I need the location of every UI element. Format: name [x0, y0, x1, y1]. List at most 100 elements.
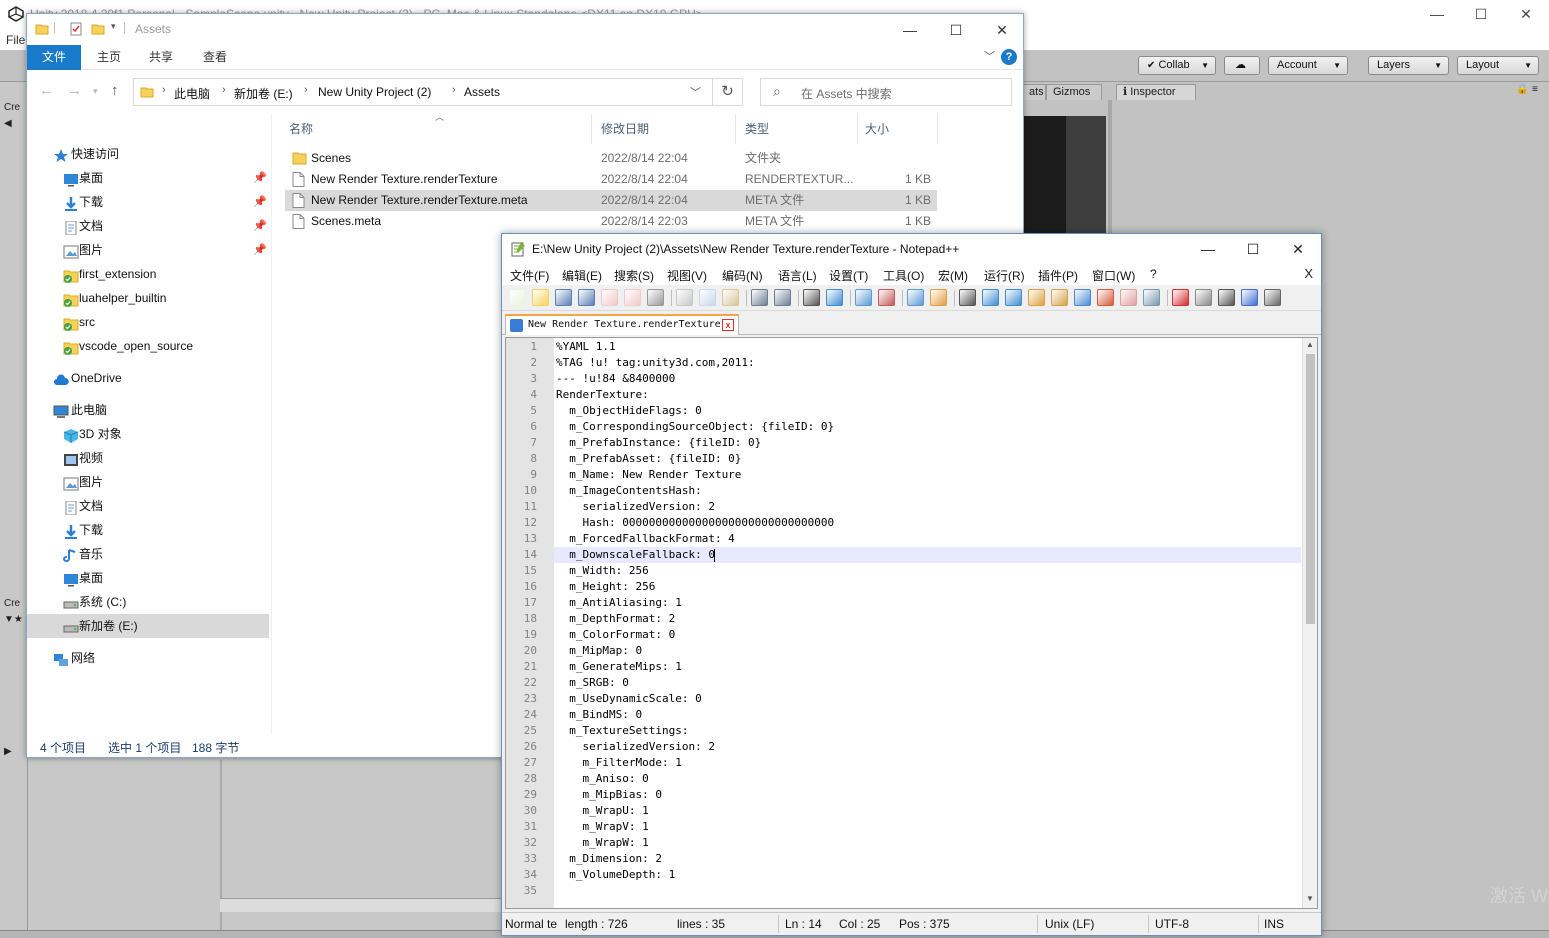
npp-menu-item[interactable]: 插件(P): [1038, 267, 1078, 284]
close-document-button[interactable]: X: [1304, 266, 1313, 281]
replace-icon[interactable]: [826, 289, 843, 306]
navigation-pane-divider[interactable]: [271, 114, 272, 734]
run-macro-multiple-icon[interactable]: [1241, 289, 1258, 306]
customize-toolbar-icon[interactable]: ▾: [111, 21, 116, 32]
ribbon-tab-file[interactable]: 文件: [27, 45, 81, 70]
play-macro-icon[interactable]: [1218, 289, 1235, 306]
new-folder-icon[interactable]: [91, 22, 105, 36]
code-line[interactable]: 35: [506, 883, 1301, 899]
sidebar-item[interactable]: 系统 (C:): [27, 590, 269, 614]
function-list-icon[interactable]: [1074, 289, 1091, 306]
code-line[interactable]: 10 m_ImageContentsHash:: [506, 483, 1301, 499]
lock-icon[interactable]: 🔒: [1516, 84, 1528, 95]
column-divider[interactable]: [937, 114, 938, 144]
expand-ribbon-icon[interactable]: ﹀: [984, 48, 995, 64]
layout-dropdown[interactable]: Layout ▼: [1457, 56, 1539, 75]
npp-menu-item[interactable]: 编辑(E): [562, 267, 602, 284]
code-line[interactable]: 15 m_Width: 256: [506, 563, 1301, 579]
sidebar-item[interactable]: 快速访问: [27, 142, 269, 166]
file-row[interactable]: Scenes 2022/8/14 22:04 文件夹: [285, 148, 937, 169]
scrollbar-thumb[interactable]: [1306, 354, 1315, 624]
column-header-type[interactable]: 类型: [745, 120, 769, 137]
code-line[interactable]: 24 m_BindMS: 0: [506, 707, 1301, 723]
breadcrumb-chevron-icon[interactable]: ›: [304, 84, 308, 96]
code-line[interactable]: 6 m_CorrespondingSourceObject: {fileID: …: [506, 419, 1301, 435]
code-line[interactable]: 29 m_MipBias: 0: [506, 787, 1301, 803]
forward-arrow-icon[interactable]: →: [67, 82, 82, 99]
line-ending[interactable]: Unix (LF): [1045, 917, 1094, 931]
code-line[interactable]: 1 %YAML 1.1: [506, 339, 1301, 355]
paste-icon[interactable]: [722, 289, 739, 306]
code-line[interactable]: 3 --- !u!84 &8400000: [506, 371, 1301, 387]
menu-icon[interactable]: ≡: [1532, 84, 1538, 95]
code-line[interactable]: 17 m_AntiAliasing: 1: [506, 595, 1301, 611]
minimize-button[interactable]: —: [1185, 237, 1231, 261]
npp-menu-item[interactable]: 工具(O): [883, 267, 924, 284]
new-file-icon[interactable]: [509, 289, 526, 306]
code-line[interactable]: 31 m_WrapV: 1: [506, 819, 1301, 835]
column-header-size[interactable]: 大小: [865, 120, 889, 137]
npp-menu-item[interactable]: 语言(L): [778, 267, 817, 284]
undo-icon[interactable]: [751, 289, 768, 306]
code-line[interactable]: 18 m_DepthFormat: 2: [506, 611, 1301, 627]
code-line[interactable]: 20 m_MipMap: 0: [506, 643, 1301, 659]
record-macro-icon[interactable]: [1172, 289, 1189, 306]
sidebar-item[interactable]: first_extension: [27, 262, 269, 286]
stop-macro-icon[interactable]: [1195, 289, 1212, 306]
zoom-in-icon[interactable]: [855, 289, 872, 306]
copy-icon[interactable]: [699, 289, 716, 306]
sidebar-item[interactable]: 桌面: [27, 566, 269, 590]
folder-workspace-icon[interactable]: [1097, 289, 1114, 306]
sidebar-item[interactable]: 新加卷 (E:): [27, 614, 269, 638]
code-line[interactable]: 12 Hash: 0000000000000000000000000000000…: [506, 515, 1301, 531]
sidebar-item[interactable]: 文档 📌: [27, 214, 269, 238]
language-icon[interactable]: [1028, 289, 1045, 306]
code-line[interactable]: 27 m_FilterMode: 1: [506, 755, 1301, 771]
zoom-out-icon[interactable]: [878, 289, 895, 306]
sidebar-item[interactable]: 此电脑: [27, 398, 269, 422]
collab-button[interactable]: ✔ Collab ▼: [1138, 56, 1216, 75]
breadcrumb-drive-e[interactable]: 新加卷 (E:): [234, 85, 293, 102]
sidebar-item[interactable]: 下载 📌: [27, 190, 269, 214]
code-line[interactable]: 32 m_WrapW: 1: [506, 835, 1301, 851]
npp-menu-item[interactable]: 设置(T): [829, 267, 868, 284]
maximize-button[interactable]: ☐: [1466, 3, 1496, 25]
expand-arrow-icon[interactable]: ▶: [4, 746, 12, 757]
code-line[interactable]: 4 RenderTexture:: [506, 387, 1301, 403]
up-arrow-icon[interactable]: ↑: [111, 82, 119, 99]
refresh-button[interactable]: ↻: [713, 78, 743, 106]
layers-dropdown[interactable]: Layers ▼: [1368, 56, 1449, 75]
code-line[interactable]: 8 m_PrefabAsset: {fileID: 0}: [506, 451, 1301, 467]
sidebar-item[interactable]: OneDrive: [27, 366, 269, 390]
save-icon[interactable]: [555, 289, 572, 306]
code-line[interactable]: 5 m_ObjectHideFlags: 0: [506, 403, 1301, 419]
scroll-down-arrow-icon[interactable]: ▼: [1306, 894, 1314, 903]
code-line[interactable]: 11 serializedVersion: 2: [506, 499, 1301, 515]
npp-menu-item[interactable]: 运行(R): [984, 267, 1025, 284]
close-button[interactable]: ✕: [979, 18, 1025, 42]
back-arrow-icon[interactable]: ←: [39, 82, 54, 99]
code-line[interactable]: 22 m_SRGB: 0: [506, 675, 1301, 691]
ribbon-tab-home[interactable]: 主页: [85, 45, 133, 70]
menu-file[interactable]: File: [6, 33, 25, 47]
address-bar[interactable]: › 此电脑 › 新加卷 (E:) › New Unity Project (2)…: [133, 78, 713, 106]
ribbon-tab-view[interactable]: 查看: [189, 45, 241, 70]
properties-icon[interactable]: [69, 22, 83, 36]
column-divider[interactable]: [591, 114, 592, 144]
breadcrumb-assets[interactable]: Assets: [464, 85, 500, 99]
sidebar-item[interactable]: 图片: [27, 470, 269, 494]
sidebar-item[interactable]: 图片 📌: [27, 238, 269, 262]
code-line[interactable]: 30 m_WrapU: 1: [506, 803, 1301, 819]
close-button[interactable]: ✕: [1275, 237, 1321, 261]
breadcrumb-this-pc[interactable]: 此电脑: [174, 85, 210, 102]
document-tab[interactable]: New Render Texture.renderTexture x: [505, 314, 739, 335]
doc-switcher-icon[interactable]: [1120, 289, 1137, 306]
pin-icon[interactable]: 📌: [253, 238, 267, 262]
code-line[interactable]: 7 m_PrefabInstance: {fileID: 0}: [506, 435, 1301, 451]
minimize-button[interactable]: —: [1422, 3, 1452, 25]
monitoring-icon[interactable]: [1143, 289, 1160, 306]
pin-icon[interactable]: 📌: [253, 190, 267, 214]
cut-icon[interactable]: [676, 289, 693, 306]
save-all-icon[interactable]: [578, 289, 595, 306]
sidebar-item[interactable]: 视频: [27, 446, 269, 470]
